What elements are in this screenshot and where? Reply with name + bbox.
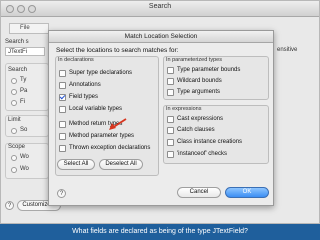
search-window-titlebar: Search [1,1,319,17]
checkbox-label: Method parameter types [69,133,135,139]
tab-file-search[interactable]: File [9,23,49,34]
slide-caption: What fields are declared as being of the… [0,224,320,240]
checkbox-type-arguments[interactable]: Type arguments [167,88,220,96]
checkbox-super-type-declarations[interactable]: Super type declarations [59,69,132,77]
checkbox-catch-clauses[interactable]: Catch clauses [167,126,215,134]
case-sensitive-label: ensitive [277,47,298,53]
checkbox-cast-expressions[interactable]: Cast expressions [167,115,223,123]
checkbox-box[interactable] [167,115,174,123]
checkbox-label: Local variable types [69,106,123,112]
checkbox-annotations[interactable]: Annotations [59,81,101,89]
search-string-label: Search s [5,39,29,45]
checkbox-label: Wildcard bounds [177,78,222,84]
deselect-all-button[interactable]: Deselect All [99,159,143,170]
radio-package-label: Pa [20,88,28,94]
declarations-group-label: In declarations [58,57,94,63]
checkbox-box[interactable] [167,77,174,85]
limit-to-label: Limit [8,117,21,123]
match-location-dialog: Match Location Selection Select the loca… [48,30,274,206]
search-string-field[interactable]: JTextFi [5,47,45,56]
dialog-title: Match Location Selection [124,33,198,40]
radio-package[interactable] [11,89,17,95]
radio-type-label: Ty [20,77,27,83]
checkbox-label: Type parameter bounds [177,67,241,73]
help-icon[interactable]: ? [57,189,66,198]
checkbox-box[interactable] [59,132,66,140]
checkbox-field-types[interactable]: Field types [59,93,98,101]
checkbox-label: Type arguments [177,89,221,95]
checkbox-box[interactable] [167,88,174,96]
checkbox-box[interactable] [167,66,174,74]
radio-workspace-label: Wo [20,154,29,160]
radio-working-set[interactable] [11,167,17,173]
checkbox-label: Field types [69,94,99,100]
cancel-button[interactable]: Cancel [177,187,221,198]
search-for-label: Search [8,67,28,73]
search-help-icon[interactable]: ? [5,201,14,210]
checkbox-local-variable-types[interactable]: Local variable types [59,105,122,113]
checkbox-box[interactable] [167,138,174,146]
expressions-group-label: In expressions [166,106,202,112]
checkbox-thrown-exception-declarations[interactable]: Thrown exception declarations [59,144,150,152]
checkbox-class-instance-creations[interactable]: Class instance creations [167,138,242,146]
checkbox-method-parameter-types[interactable]: Method parameter types [59,132,134,140]
checkbox-box[interactable] [167,126,174,134]
select-all-button[interactable]: Select All [57,159,95,170]
checkbox-box[interactable] [59,69,66,77]
checkbox-wildcard-bounds[interactable]: Wildcard bounds [167,77,222,85]
dialog-titlebar: Match Location Selection [49,31,273,43]
radio-workspace[interactable] [11,155,17,161]
checkbox-label: Annotations [69,82,101,88]
checkbox-box[interactable] [167,150,174,158]
dialog-instruction: Select the locations to search matches f… [56,47,179,54]
scope-label: Scope [8,144,26,150]
checkbox-box-checked[interactable] [59,93,66,101]
radio-working-set-label: Wo [20,166,29,172]
radio-field-label: Fi [20,99,25,105]
red-arrow-annotation [109,118,127,130]
checkbox-label: Class instance creations [177,139,243,145]
checkbox-label: 'instanceof' checks [177,151,227,157]
checkbox-instanceof-checks[interactable]: 'instanceof' checks [167,150,227,158]
checkbox-label: Catch clauses [177,127,215,133]
checkbox-label: Thrown exception declarations [69,145,151,151]
checkbox-box[interactable] [59,81,66,89]
checkbox-box[interactable] [59,120,66,128]
search-window-title: Search [148,3,172,10]
checkbox-label: Super type declarations [69,70,133,76]
radio-source-label: So [20,127,28,133]
radio-type[interactable] [11,78,17,84]
checkbox-box[interactable] [59,144,66,152]
radio-field[interactable] [11,100,17,106]
checkbox-type-parameter-bounds[interactable]: Type parameter bounds [167,66,240,74]
checkbox-box[interactable] [59,105,66,113]
ok-button[interactable]: OK [225,187,269,198]
checkbox-label: Cast expressions [177,116,224,122]
radio-source[interactable] [11,128,17,134]
parameterized-types-group-label: In parameterized types [166,57,222,63]
